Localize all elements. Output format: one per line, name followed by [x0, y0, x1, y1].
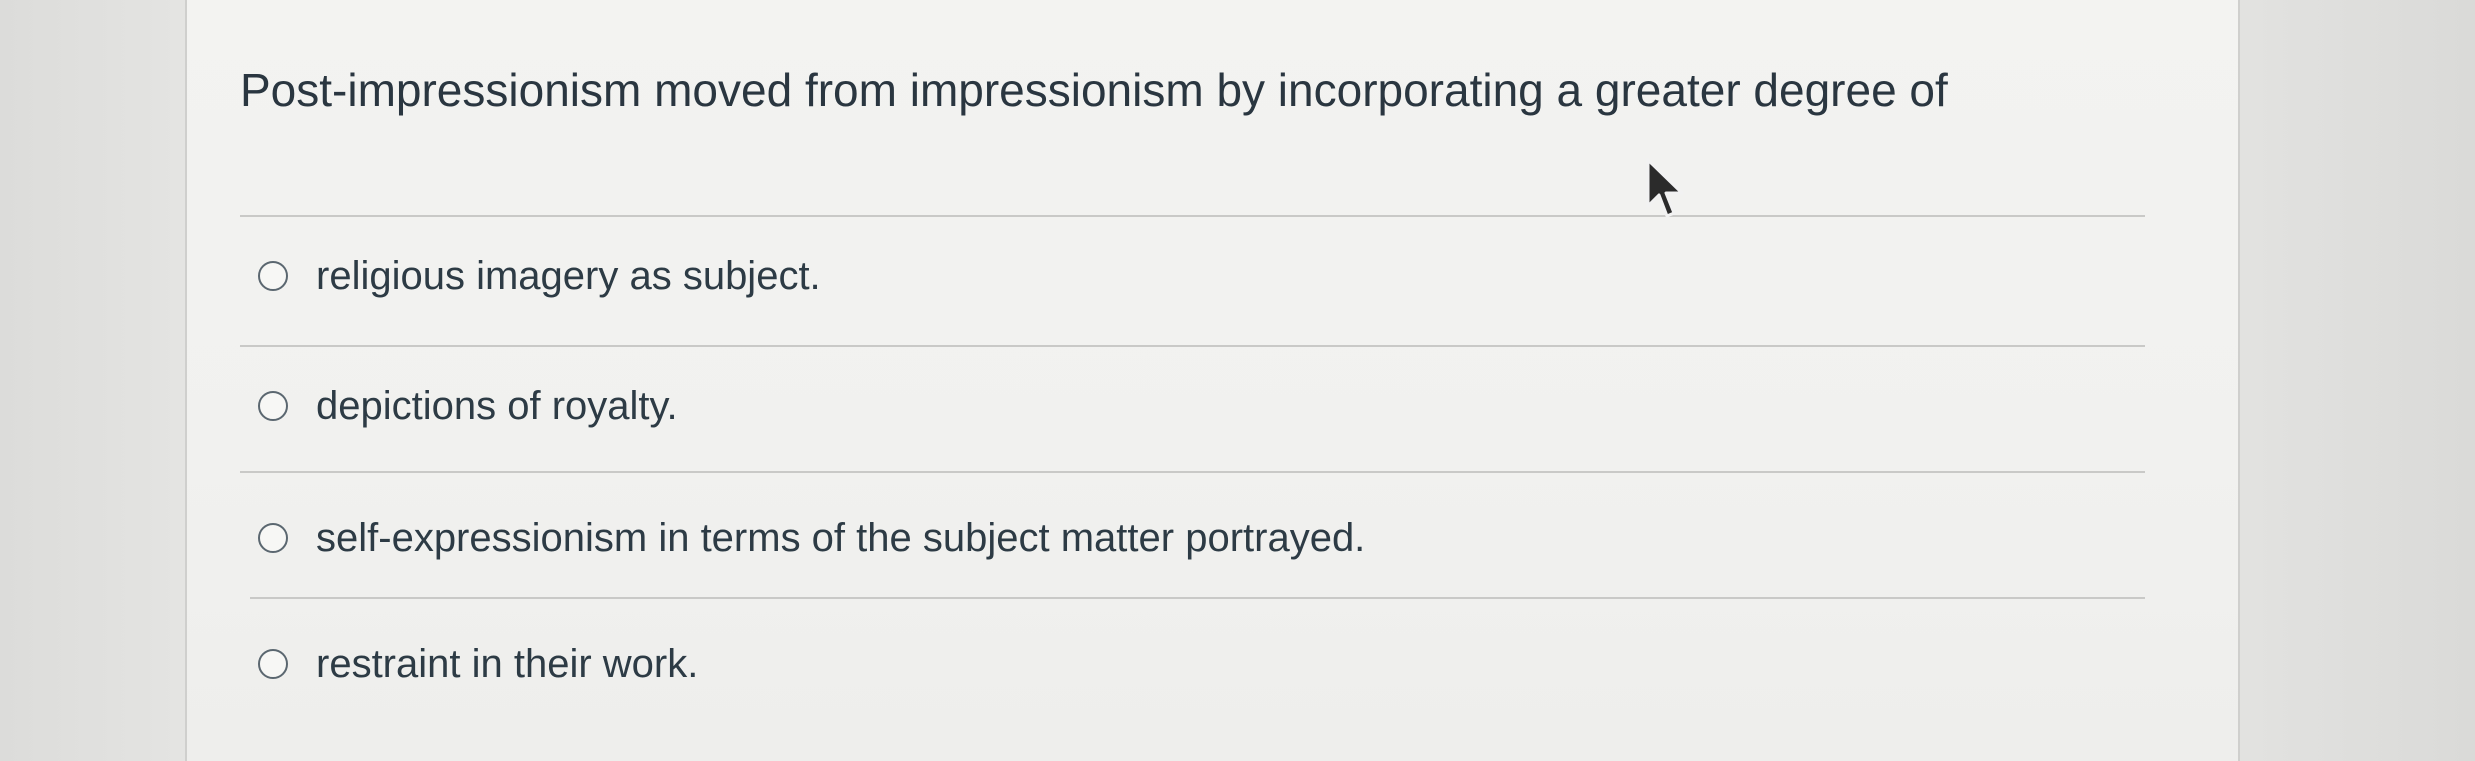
- answer-option[interactable]: religious imagery as subject.: [258, 236, 821, 316]
- radio-unselected-icon[interactable]: [258, 523, 288, 553]
- answer-option[interactable]: restraint in their work.: [258, 624, 698, 704]
- radio-unselected-icon[interactable]: [258, 261, 288, 291]
- answer-label[interactable]: self-expressionism in terms of the subje…: [316, 514, 1365, 562]
- mouse-pointer-icon: [1646, 158, 1684, 218]
- answer-divider: [250, 597, 2145, 599]
- answer-divider: [240, 345, 2145, 347]
- question-divider: [240, 215, 2145, 217]
- answer-label[interactable]: religious imagery as subject.: [316, 252, 821, 300]
- question-text: Post-impressionism moved from impression…: [240, 64, 1948, 116]
- answer-option[interactable]: depictions of royalty.: [258, 366, 678, 446]
- radio-unselected-icon[interactable]: [258, 391, 288, 421]
- answer-label[interactable]: restraint in their work.: [316, 640, 698, 688]
- radio-unselected-icon[interactable]: [258, 649, 288, 679]
- answer-option[interactable]: self-expressionism in terms of the subje…: [258, 498, 1365, 578]
- answer-label[interactable]: depictions of royalty.: [316, 382, 678, 430]
- answer-divider: [240, 471, 2145, 473]
